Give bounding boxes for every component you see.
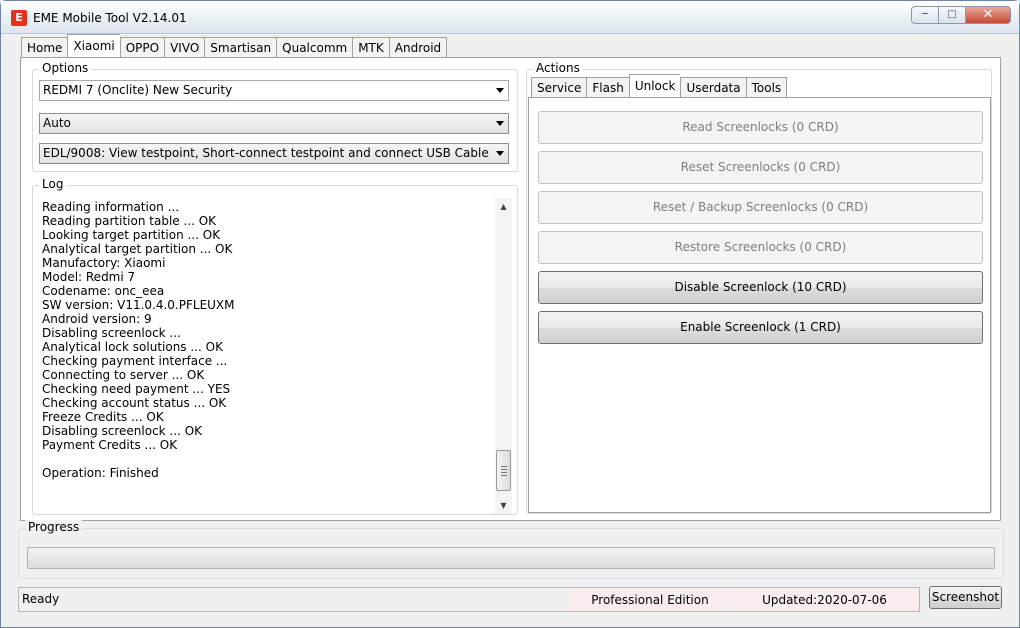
scroll-thumb[interactable] xyxy=(496,450,511,491)
read-screenlocks-button[interactable]: Read Screenlocks (0 CRD) xyxy=(538,111,983,144)
tab-home[interactable]: Home xyxy=(21,37,68,58)
tab-qualcomm[interactable]: Qualcomm xyxy=(276,37,353,58)
log-line: Manufactory: Xiaomi xyxy=(42,256,166,270)
grip-line xyxy=(501,475,507,476)
log-scrollbar[interactable]: ▲ ▼ xyxy=(495,198,512,514)
model-select[interactable]: REDMI 7 (Onclite) New Security xyxy=(39,80,509,101)
log-line: Model: Redmi 7 xyxy=(42,270,136,284)
unlock-tab-panel: Read Screenlocks (0 CRD) Reset Screenloc… xyxy=(528,97,991,513)
log-line: Checking need payment ... YES xyxy=(42,382,231,396)
enable-screenlock-button[interactable]: Enable Screenlock (1 CRD) xyxy=(538,311,983,344)
app-logo-icon: E xyxy=(11,10,27,26)
log-line: Connecting to server ... OK xyxy=(42,368,205,382)
updated-label: Updated:2020-07-06 xyxy=(732,589,917,611)
log-line: Payment Credits ... OK xyxy=(42,438,178,452)
log-output: Reading information ... Reading partition… xyxy=(42,200,235,480)
tab-mtk[interactable]: MTK xyxy=(352,37,389,58)
tab-userdata[interactable]: Userdata xyxy=(680,77,746,98)
log-line: Checking account status ... OK xyxy=(42,396,227,410)
tab-smartisan[interactable]: Smartisan xyxy=(204,37,277,58)
log-line: Checking payment interface ... xyxy=(42,354,228,368)
actions-tab-bar: Service Flash Unlock Userdata Tools xyxy=(531,74,788,98)
tab-service[interactable]: Service xyxy=(531,77,587,98)
log-line: Disabling screenlock ... xyxy=(42,326,181,340)
maximize-button[interactable]: □ xyxy=(938,6,965,24)
mode-select-value: Auto xyxy=(43,116,71,130)
grip-line xyxy=(501,466,507,467)
log-line: Freeze Credits ... OK xyxy=(42,410,164,424)
model-select-value: REDMI 7 (Onclite) New Security xyxy=(43,83,233,97)
log-line: Analytical lock solutions ... OK xyxy=(42,340,223,354)
main-tab-bar: Home Xiaomi OPPO VIVO Smartisan Qualcomm… xyxy=(21,34,448,58)
edition-label: Professional Edition xyxy=(570,589,730,611)
actions-title: Actions xyxy=(533,61,583,75)
tab-oppo[interactable]: OPPO xyxy=(119,37,165,58)
log-line: Analytical target partition ... OK xyxy=(42,242,233,256)
title-bar[interactable]: E EME Mobile Tool V2.14.01 ─ □ ✕ xyxy=(1,1,1019,34)
progress-bar xyxy=(27,547,995,569)
log-group: Log Reading information ... Reading parti… xyxy=(32,177,518,515)
connection-select-value: EDL/9008: View testpoint, Short-connect … xyxy=(43,146,489,160)
reset-backup-screenlocks-button[interactable]: Reset / Backup Screenlocks (0 CRD) xyxy=(538,191,983,224)
chevron-down-icon xyxy=(496,121,504,126)
screenshot-button[interactable]: Screenshot xyxy=(929,586,1002,609)
scroll-up-icon[interactable]: ▲ xyxy=(495,198,512,215)
grip-line xyxy=(501,469,507,470)
restore-screenlocks-button[interactable]: Restore Screenlocks (0 CRD) xyxy=(538,231,983,264)
scroll-down-icon[interactable]: ▼ xyxy=(495,497,512,514)
close-button[interactable]: ✕ xyxy=(965,6,1011,24)
log-title: Log xyxy=(39,177,67,191)
reset-screenlocks-button[interactable]: Reset Screenlocks (0 CRD) xyxy=(538,151,983,184)
window-title: EME Mobile Tool V2.14.01 xyxy=(33,11,187,25)
chevron-down-icon xyxy=(496,151,504,156)
chevron-down-icon xyxy=(496,88,504,93)
log-line: SW version: V11.0.4.0.PFLEUXM xyxy=(42,298,235,312)
log-line: Operation: Finished xyxy=(42,466,159,480)
disable-screenlock-button[interactable]: Disable Screenlock (10 CRD) xyxy=(538,271,983,304)
tab-xiaomi[interactable]: Xiaomi xyxy=(67,34,120,58)
status-text: Ready xyxy=(22,592,60,606)
mode-select[interactable]: Auto xyxy=(39,113,509,134)
connection-select[interactable]: EDL/9008: View testpoint, Short-connect … xyxy=(39,143,509,164)
app-window: E EME Mobile Tool V2.14.01 ─ □ ✕ Home Xi… xyxy=(0,0,1020,628)
log-line: Codename: onc_eea xyxy=(42,284,165,298)
minimize-button[interactable]: ─ xyxy=(911,6,938,24)
log-line: Disabling screenlock ... OK xyxy=(42,424,203,438)
tab-flash[interactable]: Flash xyxy=(586,77,629,98)
status-bar: Ready Professional Edition Updated:2020-… xyxy=(18,587,920,612)
tab-vivo[interactable]: VIVO xyxy=(164,37,205,58)
progress-group: Progress xyxy=(18,520,1004,579)
options-group: Options REDMI 7 (Onclite) New Security A… xyxy=(32,61,518,172)
grip-line xyxy=(501,472,507,473)
options-title: Options xyxy=(39,61,92,75)
tab-tools[interactable]: Tools xyxy=(745,77,788,98)
log-line: Reading partition table ... OK xyxy=(42,214,217,228)
log-line: Reading information ... xyxy=(42,200,180,214)
tab-unlock[interactable]: Unlock xyxy=(628,74,681,98)
log-line: Looking target partition ... OK xyxy=(42,228,221,242)
tab-android[interactable]: Android xyxy=(388,37,448,58)
log-line: Android version: 9 xyxy=(42,312,152,326)
progress-title: Progress xyxy=(25,520,83,534)
